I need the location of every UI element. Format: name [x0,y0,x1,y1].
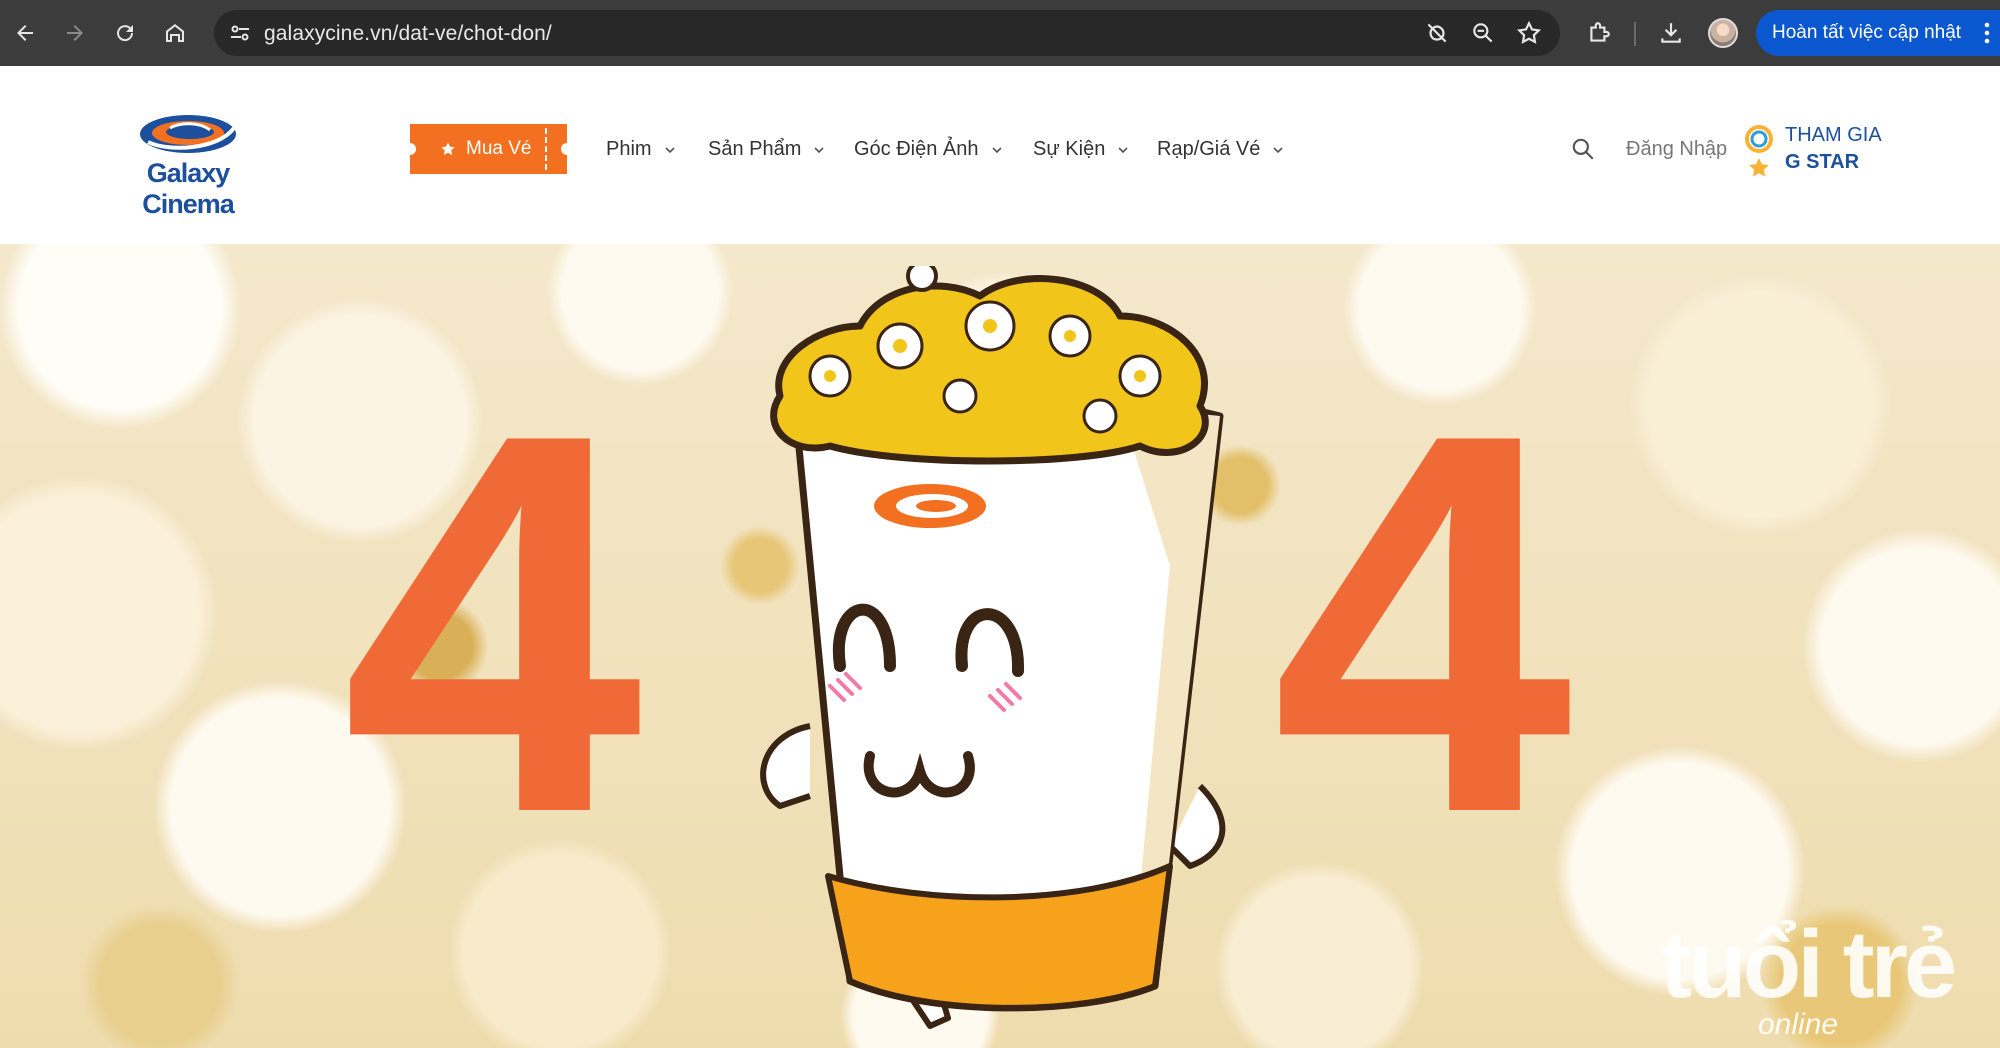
galaxy-swirl-icon [140,115,236,153]
nav-item-san-pham[interactable]: Sản Phẩm [708,138,825,161]
browser-toolbar: galaxycine.vn/dat-ve/chot-don/ Hoàn tất … [0,0,2000,66]
chevron-down-icon [1118,146,1128,153]
ticket-notch-right [561,143,573,155]
tuoi-tre-watermark: tuổi trẻ online [1660,910,1960,1041]
toolbar-divider [1634,22,1636,46]
buy-ticket-label: Mua Vé [466,138,532,159]
gstar-join-label[interactable]: THAM GIA [1785,124,1882,147]
site-info-icon[interactable] [228,21,252,45]
star-icon [441,142,455,156]
login-link[interactable]: Đăng Nhập [1626,138,1727,161]
back-button[interactable] [6,14,44,52]
bookmark-star-icon[interactable] [1516,20,1542,46]
galaxy-cinema-logo[interactable]: Galaxy Cinema [104,106,272,219]
search-icon[interactable] [1570,136,1596,162]
error-digit-right: 4 [1272,322,1573,925]
zoom-icon[interactable] [1470,20,1496,46]
nav-label: Góc Điện Ảnh [854,138,979,160]
address-bar[interactable]: galaxycine.vn/dat-ve/chot-don/ [214,10,1560,56]
downloads-button[interactable] [1652,14,1690,52]
error-404-hero: 4 4 tuổi trẻ online [0,244,2000,1048]
watermark-sub-text: online [1758,1008,1839,1041]
update-button[interactable]: Hoàn tất việc cập nhật [1756,10,2000,56]
nav-item-phim[interactable]: Phim [606,138,676,161]
download-icon [1661,23,1681,43]
eye-slash-icon[interactable] [1424,20,1450,46]
extensions-button[interactable] [1580,14,1618,52]
error-digit-left: 4 [342,322,643,925]
home-button[interactable] [156,14,194,52]
nav-label: Phim [606,138,652,160]
gstar-badge-icon[interactable] [1742,122,1776,178]
profile-avatar[interactable] [1708,18,1738,48]
nav-item-rap-gia-ve[interactable]: Rạp/Giá Vé [1157,138,1284,161]
reload-button[interactable] [106,14,144,52]
update-button-label: Hoàn tất việc cập nhật [1772,22,1962,43]
arrow-left-icon [17,25,33,41]
nav-label: Rạp/Giá Vé [1157,138,1261,160]
url-text: galaxycine.vn/dat-ve/chot-don/ [264,22,552,45]
watermark-main-text: tuổi trẻ [1660,911,1957,1018]
ticket-notch-left [404,143,416,155]
ticket-dash [545,128,547,170]
nav-label: Sản Phẩm [708,138,802,160]
reload-icon [117,25,134,42]
home-icon [166,24,184,42]
nav-label: Sự Kiện [1033,138,1106,160]
chevron-down-icon [814,146,824,153]
arrow-right-icon [67,25,83,41]
puzzle-icon [1590,22,1610,42]
chevron-down-icon [665,146,675,153]
logo-text: Galaxy Cinema [142,158,235,219]
gstar-name-label[interactable]: G STAR [1785,151,1859,174]
chevron-down-icon [991,146,1002,153]
chevron-down-icon [1273,146,1283,153]
buy-ticket-button[interactable]: Mua Vé [404,124,573,174]
kebab-menu-icon[interactable] [1984,21,1990,45]
forward-button[interactable] [56,14,94,52]
nav-item-su-kien[interactable]: Sự Kiện [1033,138,1129,161]
popcorn-mascot-icon [760,266,1226,1029]
site-header: Galaxy Cinema Mua Vé Phim Sản Phẩm Góc Đ… [0,66,2000,244]
nav-item-goc-dien-anh[interactable]: Góc Điện Ảnh [854,138,1003,161]
